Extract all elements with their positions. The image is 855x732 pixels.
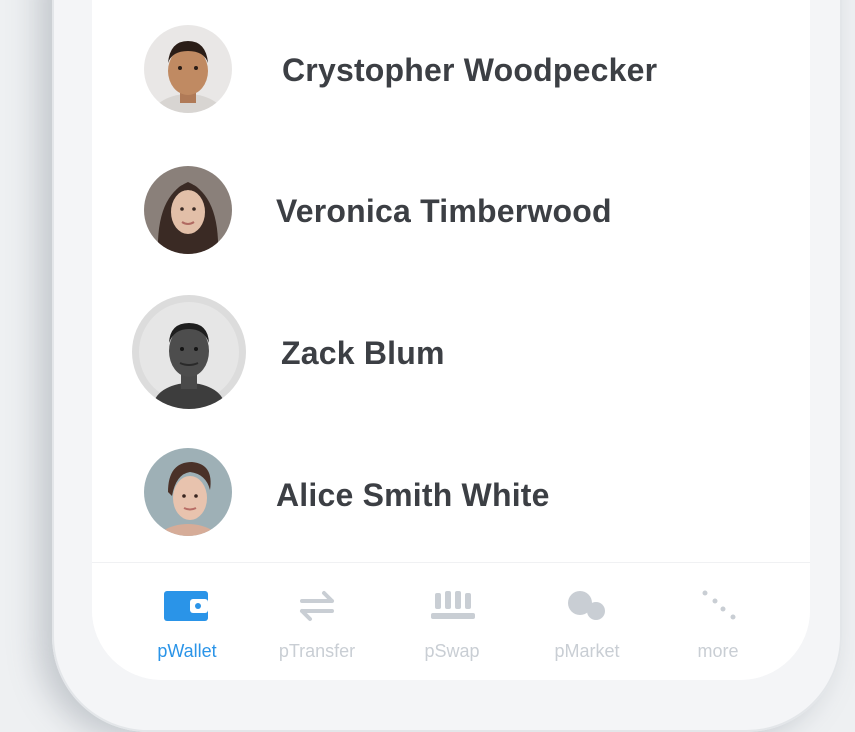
nav-item-pmarket[interactable]: pMarket (527, 563, 647, 663)
bottom-nav: pWallet pTransfer pSwap pMarket more (92, 562, 810, 680)
contact-row[interactable]: Veronica Timberwood (92, 142, 810, 262)
contact-name: Zack Blum (281, 335, 445, 371)
nav-item-pswap[interactable]: pSwap (392, 563, 512, 663)
contact-row[interactable]: Crystopher Woodpecker (92, 0, 810, 120)
market-icon (562, 585, 612, 625)
avatar (144, 448, 232, 536)
phone-screen: Crystopher Woodpecker Veronica Timberwoo… (92, 0, 810, 680)
wallet-icon (162, 585, 212, 625)
nav-item-pwallet[interactable]: pWallet (127, 563, 247, 663)
contact-name: Veronica Timberwood (276, 193, 612, 229)
transfer-arrows-icon (292, 585, 342, 625)
nav-label: more (697, 641, 739, 661)
nav-label: pWallet (157, 641, 217, 661)
contact-row[interactable]: Zack Blum (92, 283, 810, 409)
nav-item-more[interactable]: more (658, 563, 778, 663)
more-dots-icon (693, 585, 743, 625)
contact-name: Alice Smith White (276, 477, 550, 513)
nav-label: pTransfer (278, 641, 356, 661)
avatar (144, 25, 232, 113)
contact-name: Crystopher Woodpecker (282, 52, 658, 88)
contact-row[interactable]: Alice Smith White (92, 425, 810, 545)
swap-icon (427, 585, 477, 625)
nav-item-ptransfer[interactable]: pTransfer (257, 563, 377, 663)
nav-label: pSwap (424, 641, 480, 661)
avatar (144, 166, 232, 254)
nav-label: pMarket (554, 641, 620, 661)
avatar (132, 295, 246, 409)
